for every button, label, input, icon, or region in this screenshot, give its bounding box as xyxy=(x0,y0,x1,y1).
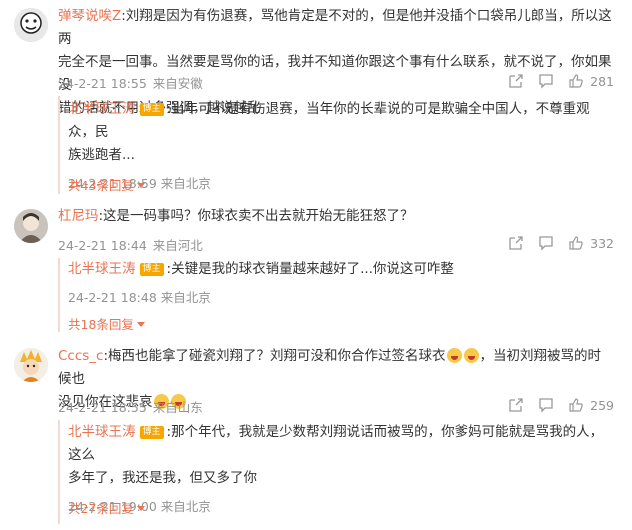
reply-divider xyxy=(58,420,60,524)
comment-username[interactable]: 弹琴说唉Z xyxy=(58,8,121,24)
reply-meta: 24-2-21 18:59 来自北京 xyxy=(68,176,211,191)
comment-meta: 24-2-21 18:55 来自山东 xyxy=(58,400,203,415)
comment-item: Cccs_c:梅西也能拿了碰瓷刘翔了？刘翔可没和你合作过签名球衣 ，当初刘翔被骂的… xyxy=(0,340,632,530)
comment-actions: 259 xyxy=(494,397,614,413)
like-count: 332 xyxy=(590,235,614,251)
comment-item: 杠尼玛:这是一码事吗？你球衣卖不出去就开始无能狂怒了？ 24-2-21 18:4… xyxy=(0,200,632,340)
reply-meta: 24-2-21 19:00 来自北京 xyxy=(68,499,211,514)
reply-meta: 24-2-21 18:48 来自北京 xyxy=(68,290,211,305)
reply-divider xyxy=(58,96,60,194)
avatar[interactable] xyxy=(14,348,48,382)
reply-item: 北半球王涛 博主:关键是我的球衣销量越来越好了...你说这可咋整 24-2-21 … xyxy=(68,258,614,306)
author-badge: 博主 xyxy=(139,263,164,276)
emoji-icon xyxy=(446,348,462,363)
chevron-down-icon xyxy=(136,322,145,327)
share-icon[interactable] xyxy=(508,73,524,89)
like-icon[interactable] xyxy=(568,73,584,89)
share-icon[interactable] xyxy=(508,235,524,251)
comment-username[interactable]: 杠尼玛 xyxy=(58,208,99,224)
like-count: 281 xyxy=(590,73,614,89)
comment-icon[interactable] xyxy=(538,397,554,413)
author-badge: 博主 xyxy=(139,103,164,116)
author-badge: 博主 xyxy=(139,426,164,439)
like-icon[interactable] xyxy=(568,235,584,251)
comment-icon[interactable] xyxy=(538,235,554,251)
reply-divider xyxy=(58,258,60,332)
reply-item: 北半球王涛 博主:那个年代，我就是少数帮刘翔说话而被骂的，你爹妈可能就是骂我的人，… xyxy=(68,421,614,515)
share-icon[interactable] xyxy=(508,397,524,413)
more-replies-link[interactable]: 共18条回复 xyxy=(68,314,145,333)
avatar[interactable] xyxy=(14,8,48,42)
comment-actions: 332 xyxy=(494,235,614,251)
more-replies-link[interactable]: 共27条回复 xyxy=(68,498,145,517)
chevron-down-icon xyxy=(136,506,145,511)
comment-actions: 281 xyxy=(494,73,614,89)
comment-icon[interactable] xyxy=(538,73,554,89)
comment-item: 弹琴说唉Z:刘翔是因为有伤退赛，骂他肯定是不对的，但是他并没插个口袋吊儿郎当，所… xyxy=(0,0,632,200)
chevron-down-icon xyxy=(136,183,145,188)
comment-username[interactable]: Cccs_c xyxy=(58,348,103,364)
reply-username[interactable]: 北半球王涛 xyxy=(68,424,136,440)
reply-item: 北半球王涛 博主:当年可不是有伤退赛，当年你的长辈说的可是欺骗全中国人，不尊重观众… xyxy=(68,98,614,192)
like-count: 259 xyxy=(590,397,614,413)
reply-username[interactable]: 北半球王涛 xyxy=(68,101,136,117)
comment-meta: 24-2-21 18:55 来自安徽 xyxy=(58,76,203,91)
reply-username[interactable]: 北半球王涛 xyxy=(68,261,136,277)
comment-text: 杠尼玛:这是一码事吗？你球衣卖不出去就开始无能狂怒了？ xyxy=(58,208,414,224)
emoji-icon xyxy=(463,348,479,363)
avatar[interactable] xyxy=(14,209,48,243)
more-replies-link[interactable]: 共43条回复 xyxy=(68,175,145,194)
comment-meta: 24-2-21 18:44 来自河北 xyxy=(58,238,203,253)
like-icon[interactable] xyxy=(568,397,584,413)
